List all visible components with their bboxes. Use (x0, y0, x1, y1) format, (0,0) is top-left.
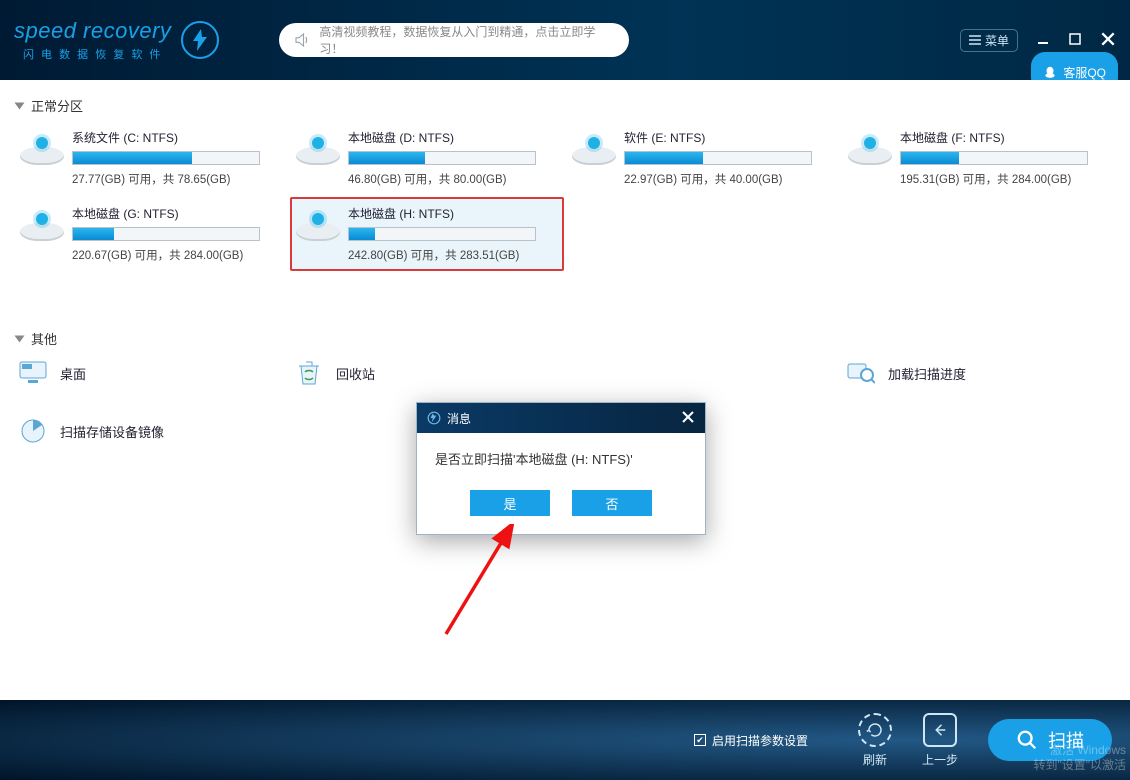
window-controls: 菜单 (960, 29, 1116, 52)
dialog-title: 消息 (447, 410, 471, 427)
partition-usage: 27.77(GB) 可用，共 78.65(GB) (72, 171, 282, 187)
scan-params-checkbox[interactable]: ✔ 启用扫描参数设置 (694, 732, 808, 749)
dialog-actions: 是 否 (417, 476, 705, 534)
other-header[interactable]: 其他 (16, 329, 1116, 348)
partition-title: 本地磁盘 (D: NTFS) (348, 129, 558, 146)
other-item-search[interactable]: 加载扫描进度 (842, 354, 1116, 392)
partition-title: 本地磁盘 (H: NTFS) (348, 205, 558, 222)
usage-bar (72, 151, 260, 165)
other-item-desktop[interactable]: 桌面 (14, 354, 288, 392)
partition-title: 本地磁盘 (G: NTFS) (72, 205, 282, 222)
app-logo: speed recovery 闪 电 数 据 恢 复 软 件 (14, 18, 219, 62)
usage-bar (348, 151, 536, 165)
disk-icon (572, 131, 616, 165)
usage-bar (624, 151, 812, 165)
disk-icon (296, 207, 340, 241)
usage-bar (72, 227, 260, 241)
normal-partitions-title: 正常分区 (31, 96, 83, 115)
info-icon (427, 411, 441, 425)
app-window: speed recovery 闪 电 数 据 恢 复 软 件 高清视频教程，数据… (0, 0, 1130, 780)
usage-bar (900, 151, 1088, 165)
desktop-icon (18, 358, 48, 388)
partition-usage: 242.80(GB) 可用，共 283.51(GB) (348, 247, 558, 263)
disclosure-triangle-icon (15, 102, 25, 109)
scan-button[interactable]: 扫描 (988, 719, 1112, 761)
tutorial-text: 高清视频教程，数据恢复从入门到精通，点击立即学习！ (319, 23, 615, 57)
partition-item[interactable]: 本地磁盘 (F: NTFS) 195.31(GB) 可用，共 284.00(GB) (842, 121, 1116, 195)
other-item-pie[interactable]: 扫描存储设备镜像 (14, 412, 288, 450)
close-button[interactable] (1100, 31, 1116, 50)
other-item-label: 回收站 (336, 364, 375, 383)
other-item-recycle[interactable]: 回收站 (290, 354, 564, 392)
disk-icon (20, 207, 64, 241)
checkbox-icon: ✔ (694, 734, 706, 746)
partition-item[interactable]: 本地磁盘 (H: NTFS) 242.80(GB) 可用，共 283.51(GB) (290, 197, 564, 271)
minimize-button[interactable] (1036, 32, 1050, 49)
disclosure-triangle-icon (15, 335, 25, 342)
speaker-icon (293, 31, 311, 49)
menu-icon (969, 35, 981, 45)
dialog-yes-button[interactable]: 是 (470, 490, 550, 516)
logo-subtitle: 闪 电 数 据 恢 复 软 件 (23, 46, 162, 62)
partition-usage: 46.80(GB) 可用，共 80.00(GB) (348, 171, 558, 187)
partition-usage: 22.97(GB) 可用，共 40.00(GB) (624, 171, 834, 187)
maximize-button[interactable] (1068, 32, 1082, 49)
refresh-button[interactable]: 刷新 (858, 713, 892, 768)
normal-partitions-header[interactable]: 正常分区 (16, 96, 1116, 115)
pie-icon (18, 416, 48, 446)
disk-icon (848, 131, 892, 165)
dialog-message: 是否立即扫描'本地磁盘 (H: NTFS)' (417, 433, 705, 476)
logo-title: speed recovery (14, 18, 171, 44)
bolt-icon (181, 21, 219, 59)
menu-button[interactable]: 菜单 (960, 29, 1018, 52)
recycle-icon (294, 358, 324, 388)
tutorial-banner[interactable]: 高清视频教程，数据恢复从入门到精通，点击立即学习！ (279, 23, 629, 57)
title-bar: speed recovery 闪 电 数 据 恢 复 软 件 高清视频教程，数据… (0, 0, 1130, 80)
partition-usage: 220.67(GB) 可用，共 284.00(GB) (72, 247, 282, 263)
refresh-icon (866, 721, 884, 739)
close-icon (681, 410, 695, 424)
partition-item[interactable]: 本地磁盘 (G: NTFS) 220.67(GB) 可用，共 284.00(GB) (14, 197, 288, 271)
partition-title: 软件 (E: NTFS) (624, 129, 834, 146)
dialog-titlebar: 消息 (417, 403, 705, 433)
confirm-dialog: 消息 是否立即扫描'本地磁盘 (H: NTFS)' 是 否 (416, 402, 706, 535)
main-content: 正常分区 系统文件 (C: NTFS) 27.77(GB) 可用，共 78.65(… (0, 80, 1130, 700)
partitions-grid: 系统文件 (C: NTFS) 27.77(GB) 可用，共 78.65(GB) 本地… (14, 121, 1116, 271)
footer-bar: ✔ 启用扫描参数设置 刷新 上一步 扫描 激活 Windows 转到"设置"以激… (0, 700, 1130, 780)
partition-item[interactable]: 系统文件 (C: NTFS) 27.77(GB) 可用，共 78.65(GB) (14, 121, 288, 195)
dialog-no-button[interactable]: 否 (572, 490, 652, 516)
back-icon (931, 721, 949, 739)
dialog-close-button[interactable] (681, 410, 695, 427)
search-icon (846, 358, 876, 388)
back-button[interactable]: 上一步 (922, 713, 958, 768)
partition-item[interactable]: 软件 (E: NTFS) 22.97(GB) 可用，共 40.00(GB) (566, 121, 840, 195)
partition-title: 系统文件 (C: NTFS) (72, 129, 282, 146)
disk-icon (20, 131, 64, 165)
usage-bar (348, 227, 536, 241)
disk-icon (296, 131, 340, 165)
annotation-arrow (426, 524, 546, 644)
search-icon (1016, 729, 1038, 751)
other-item-label: 加载扫描进度 (888, 364, 966, 383)
qq-icon (1043, 65, 1057, 79)
partition-usage: 195.31(GB) 可用，共 284.00(GB) (900, 171, 1110, 187)
other-item-label: 扫描存储设备镜像 (60, 422, 164, 441)
partition-title: 本地磁盘 (F: NTFS) (900, 129, 1110, 146)
other-item-label: 桌面 (60, 364, 86, 383)
partition-item[interactable]: 本地磁盘 (D: NTFS) 46.80(GB) 可用，共 80.00(GB) (290, 121, 564, 195)
other-title: 其他 (31, 329, 57, 348)
